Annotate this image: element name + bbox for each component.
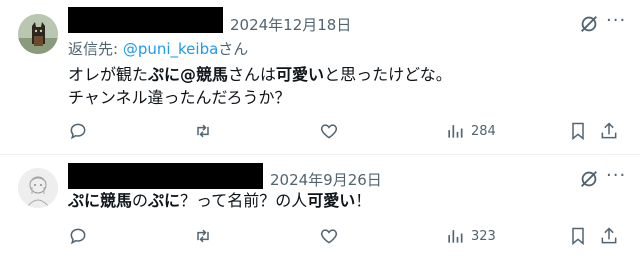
tweet-date[interactable]: 2024年12月18日 <box>230 14 351 35</box>
reply-to-prefix: 返信先: <box>68 40 123 58</box>
avatar[interactable] <box>18 14 58 54</box>
more-icon[interactable]: ··· <box>606 10 626 31</box>
retweet-icon <box>197 124 209 138</box>
reply-button[interactable] <box>68 225 88 247</box>
bookmark-button[interactable] <box>568 225 588 247</box>
text-run-bold: ぷに@競馬 <box>148 65 229 84</box>
text-run: の <box>132 191 149 210</box>
reply-to-suffix: さん <box>218 40 249 58</box>
text-run: と思ったけどな。 <box>324 65 452 84</box>
tweet-actions: 284 <box>68 120 628 144</box>
text-run-bold: ぷに <box>148 191 181 210</box>
text-run: オレが観た <box>68 65 149 84</box>
more-icon[interactable]: ··· <box>606 165 626 186</box>
tweet-actions: 323 <box>68 225 628 249</box>
tweet-text: ぷに競馬のぷに？って名前？の人可愛い！ <box>68 189 371 212</box>
avatar[interactable] <box>18 168 58 208</box>
share-icon <box>601 122 617 139</box>
grok-icon[interactable] <box>578 13 600 35</box>
text-run: ！ <box>355 191 372 210</box>
views-count: 323 <box>471 228 496 244</box>
tweet-text-line-2: チャンネル違ったんだろうか？ <box>68 88 291 107</box>
reply-icon <box>70 123 86 140</box>
like-button[interactable] <box>319 120 339 142</box>
views-button[interactable]: 284 <box>445 120 496 142</box>
text-run: ？って名前？の人 <box>180 191 308 210</box>
views-icon <box>448 230 463 243</box>
reply-button[interactable] <box>68 120 88 142</box>
like-icon <box>320 124 338 139</box>
text-run-bold: 可愛い <box>307 191 356 210</box>
sketch-avatar-icon <box>18 168 58 208</box>
tweet-date[interactable]: 2024年9月26日 <box>270 169 382 190</box>
text-run: さんは <box>228 65 277 84</box>
bookmark-icon <box>572 227 584 246</box>
tweet-1[interactable]: 2024年12月18日 ··· 返信先: @puni_keibaさん オレが観た… <box>0 0 640 155</box>
bookmark-icon <box>572 122 584 141</box>
reply-to: 返信先: @puni_keibaさん <box>68 38 248 59</box>
like-icon <box>320 229 338 244</box>
tweet-text: オレが観たぷに@競馬さんは可愛いと思ったけどな。 チャンネル違ったんだろうか？ <box>68 63 452 109</box>
retweet-button[interactable] <box>193 225 213 247</box>
author-name-redacted[interactable] <box>68 7 223 33</box>
share-button[interactable] <box>599 225 619 247</box>
dog-avatar-icon <box>18 14 58 54</box>
reply-icon <box>70 228 86 245</box>
views-button[interactable]: 323 <box>445 225 496 247</box>
text-run-bold: ぷに競馬 <box>68 191 133 210</box>
reply-to-handle[interactable]: @puni_keiba <box>123 40 218 58</box>
grok-icon[interactable] <box>578 168 600 190</box>
views-count: 284 <box>471 123 496 139</box>
text-run-bold: 可愛い <box>276 65 325 84</box>
tweet-2[interactable]: 2024年9月26日 ··· ぷに競馬のぷに？って名前？の人可愛い！ 323 <box>0 155 640 261</box>
like-button[interactable] <box>319 225 339 247</box>
share-icon <box>601 227 617 244</box>
views-icon <box>448 125 463 138</box>
tweet-text-line-1: オレが観たぷに@競馬さんは可愛いと思ったけどな。 <box>68 63 452 86</box>
retweet-icon <box>197 229 209 243</box>
retweet-button[interactable] <box>193 120 213 142</box>
share-button[interactable] <box>599 120 619 142</box>
author-name-redacted[interactable] <box>68 163 263 189</box>
bookmark-button[interactable] <box>568 120 588 142</box>
